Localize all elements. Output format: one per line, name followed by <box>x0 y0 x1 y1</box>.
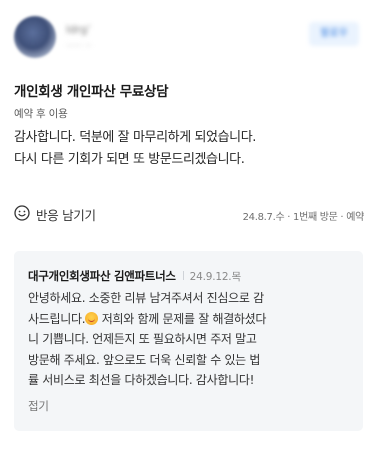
reply-text-segment: 사드립니다. <box>28 311 86 326</box>
divider <box>182 271 184 280</box>
smile-icon[interactable] <box>14 205 30 221</box>
review-text-line: 감사합니다. 덕분에 잘 마무리하게 되었습니다. <box>14 130 257 145</box>
smiling-emoji-icon <box>85 311 99 325</box>
review-text: 감사합니다. 덕분에 잘 마무리하게 되었습니다. 다시 다른 기회가 되면 또… <box>14 127 364 171</box>
visit-type: 예약 후 이용 <box>14 108 68 120</box>
reply-text-line: 니 기쁩니다. 언제든지 또 필요하시면 주저 말고 <box>28 332 257 346</box>
owner-reply: 대구개인회생파산 김앤파트너스 24.9.12.목 안녕하세요. 소중한 리뷰 남… <box>14 251 363 431</box>
reply-header: 대구개인회생파산 김앤파트너스 24.9.12.목 <box>28 265 241 284</box>
reaction-button[interactable]: 반응 남기기 <box>36 205 96 224</box>
reply-text-line: 방문해 주세요. 앞으로도 더욱 신뢰할 수 있는 법 <box>28 352 261 367</box>
reviewer-name[interactable]: ldrg’ <box>66 24 126 36</box>
reviewer-meta: ····· ·· <box>66 41 92 52</box>
reply-text-line: 안녕하세요. 소중한 리뷰 남겨주셔서 진심으로 감 <box>28 291 264 305</box>
reply-date: 24.9.12.목 <box>189 271 241 283</box>
reviewer-header: ldrg’ ····· ·· 팔로우 <box>14 14 361 66</box>
reply-text-line: 사드립니다. 저희와 함께 문제를 잘 해결하셨다 <box>28 309 358 330</box>
visit-meta: 24.8.7.수 · 1번째 방문 · 예약 <box>242 212 365 223</box>
follow-button[interactable]: 팔로우 <box>309 22 359 46</box>
reviewer-avatar[interactable] <box>14 16 56 58</box>
reply-text-line: 률 서비스로 최선을 다하겠습니다. 감사합니다! <box>28 373 255 387</box>
review-text-line: 다시 다른 기회가 되면 또 방문드리겠습니다. <box>14 152 245 167</box>
reaction-row: 반응 남기기 24.8.7.수 · 1번째 방문 · 예약 <box>14 204 364 224</box>
collapse-button[interactable]: 접기 <box>28 398 49 414</box>
reply-owner-name: 대구개인회생파산 김앤파트너스 <box>28 269 176 283</box>
place-name[interactable]: 개인회생 개인파산 무료상담 <box>14 80 169 100</box>
reply-text: 안녕하세요. 소중한 리뷰 남겨주셔서 진심으로 감 사드립니다. 저희와 함께… <box>28 288 358 391</box>
reply-text-segment: 저희와 함께 문제를 잘 해결하셨다 <box>98 311 267 326</box>
